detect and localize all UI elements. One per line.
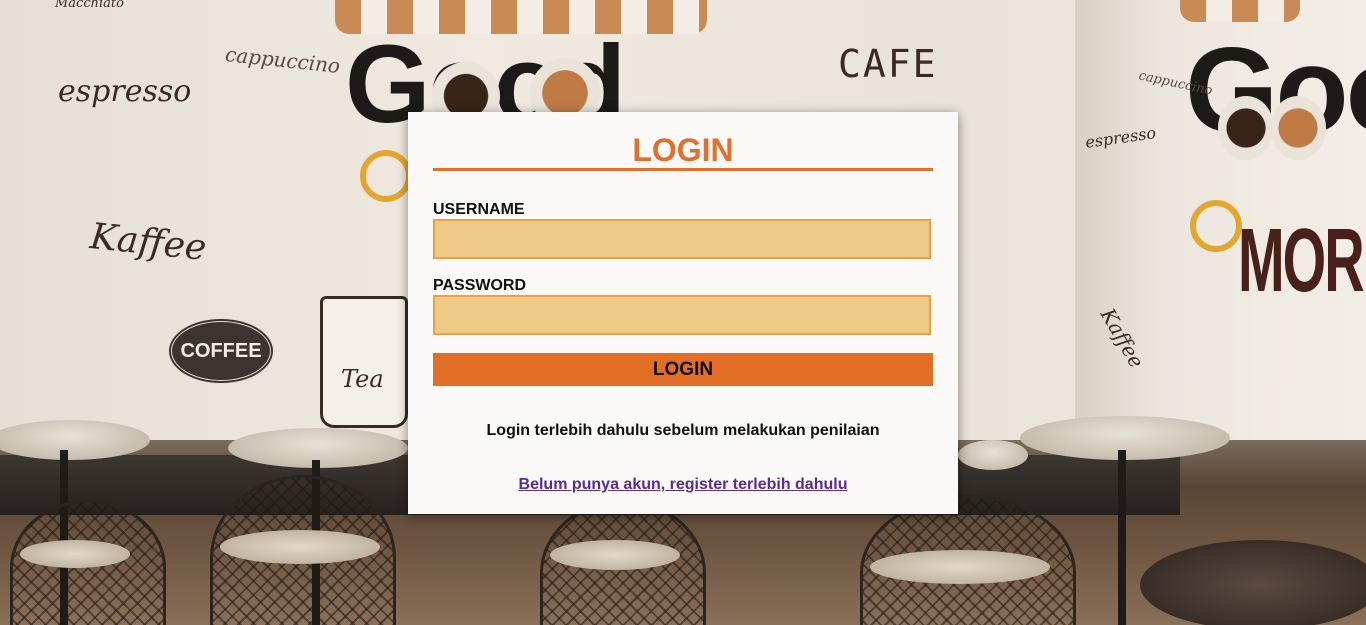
table-4-leg bbox=[1118, 450, 1126, 625]
cushion-4 bbox=[870, 550, 1050, 584]
macchiato-doodle: Macchiato bbox=[55, 0, 124, 11]
cushion-1 bbox=[20, 540, 130, 568]
coffee-badge-text: COFFEE bbox=[180, 340, 262, 362]
coffee-cup-right-2 bbox=[1270, 96, 1326, 160]
login-note: Login terlebih dahulu sebelum melakukan … bbox=[486, 422, 880, 439]
coffee-badge: COFFEE bbox=[168, 318, 274, 384]
username-label: USERNAME bbox=[433, 201, 525, 218]
leather-sofa bbox=[1140, 540, 1366, 625]
password-input[interactable] bbox=[433, 295, 931, 335]
table-3 bbox=[958, 440, 1028, 470]
tea-cup-doodle: Tea bbox=[320, 296, 408, 428]
tea-doodle: Tea bbox=[341, 365, 384, 393]
login-card: LOGIN USERNAME PASSWORD LOGIN Login terl… bbox=[408, 112, 958, 514]
sun-right-doodle bbox=[1190, 200, 1242, 252]
cafe-doodle: CAFE bbox=[838, 42, 938, 86]
morning-doodle: MORNING bbox=[1238, 209, 1366, 311]
password-label: PASSWORD bbox=[433, 277, 527, 294]
cushion-3 bbox=[550, 540, 680, 570]
cushion-2 bbox=[220, 530, 380, 564]
sun-doodle bbox=[360, 150, 412, 202]
espresso-doodle: espresso bbox=[58, 74, 192, 109]
login-title: LOGIN bbox=[632, 132, 734, 168]
username-input[interactable] bbox=[433, 219, 931, 259]
login-button[interactable]: LOGIN bbox=[433, 353, 933, 386]
awning-right bbox=[1180, 0, 1300, 22]
coffee-cup-right-1 bbox=[1218, 96, 1274, 160]
title-divider bbox=[433, 168, 933, 171]
register-link[interactable]: Belum punya akun, register terlebih dahu… bbox=[408, 476, 958, 494]
